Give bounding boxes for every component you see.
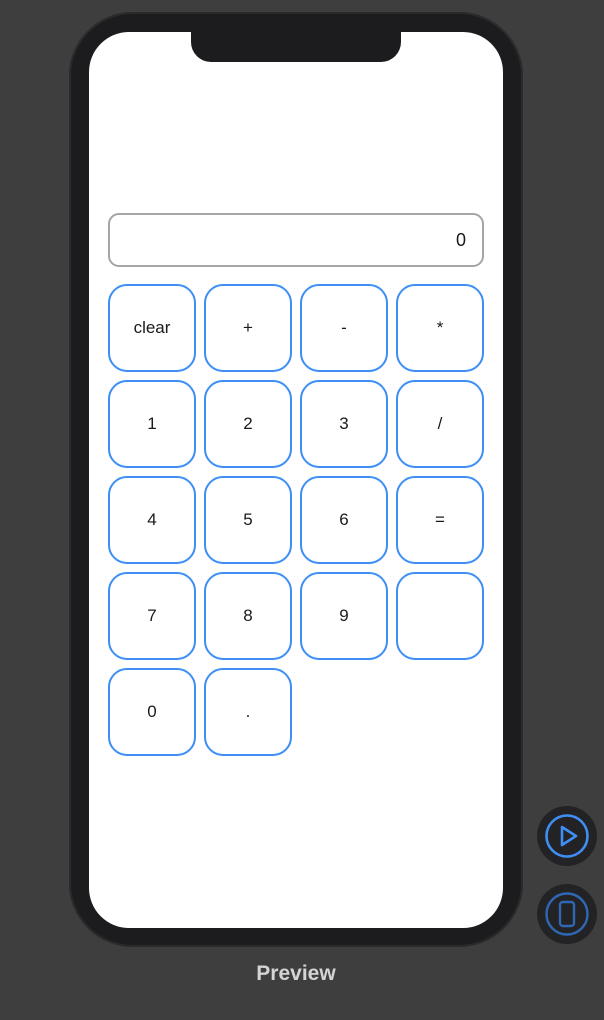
calculator-display: 0 [108,213,484,267]
digit-3-button[interactable]: 3 [300,380,388,468]
device-notch [191,32,401,62]
play-icon [544,813,590,859]
clear-button[interactable]: clear [108,284,196,372]
add-button[interactable]: + [204,284,292,372]
keypad: clear + - * 1 2 3 / 4 5 6 = 7 8 9 0 . [108,284,484,756]
digit-2-button[interactable]: 2 [204,380,292,468]
digit-7-button[interactable]: 7 [108,572,196,660]
multiply-button[interactable]: * [396,284,484,372]
digit-8-button[interactable]: 8 [204,572,292,660]
digit-4-button[interactable]: 4 [108,476,196,564]
digit-9-button[interactable]: 9 [300,572,388,660]
equals-button[interactable]: = [396,476,484,564]
canvas-stage: 0 clear + - * 1 2 3 / 4 5 6 = 7 8 9 0 . … [0,0,604,1020]
blank-button[interactable] [396,572,484,660]
digit-5-button[interactable]: 5 [204,476,292,564]
digit-6-button[interactable]: 6 [300,476,388,564]
device-icon [544,891,590,937]
decimal-button[interactable]: . [204,668,292,756]
display-value: 0 [455,229,466,250]
digit-1-button[interactable]: 1 [108,380,196,468]
subtract-button[interactable]: - [300,284,388,372]
live-preview-button[interactable] [537,806,597,866]
device-settings-button[interactable] [537,884,597,944]
divide-button[interactable]: / [396,380,484,468]
preview-label: Preview [256,962,336,985]
digit-0-button[interactable]: 0 [108,668,196,756]
